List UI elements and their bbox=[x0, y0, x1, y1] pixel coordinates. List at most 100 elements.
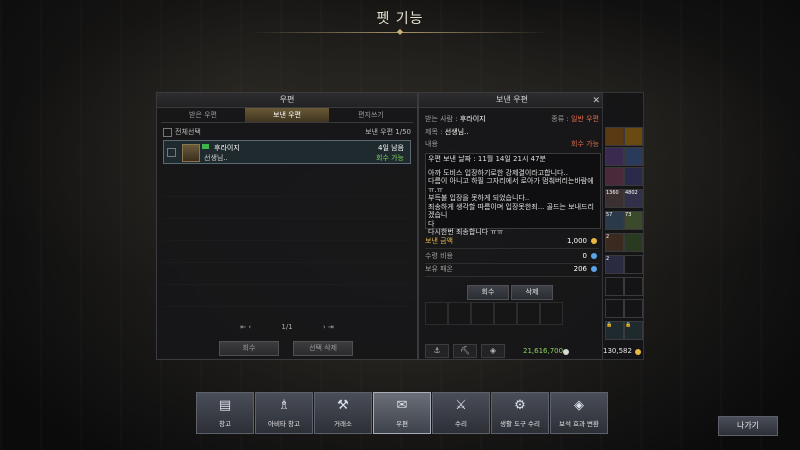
close-icon[interactable]: ✕ bbox=[592, 94, 600, 108]
mail-tabs: 받은 우편 보낸 우편 편지쓰기 bbox=[161, 108, 413, 123]
inventory-slot[interactable] bbox=[624, 299, 643, 318]
mail-icon: ✉ bbox=[396, 398, 408, 413]
gold-coin-icon bbox=[635, 349, 641, 355]
recipient-value: 후라이지 bbox=[459, 115, 486, 123]
gem-effect-button[interactable]: ◈ 보석 효과 변환 bbox=[550, 392, 608, 434]
exchange-label: 거래소 bbox=[334, 420, 352, 428]
envelope-icon bbox=[202, 144, 209, 149]
recall-button[interactable]: 회수 bbox=[467, 285, 509, 300]
mail-body-line: 아까 도비스 입장하기로한 강제결이라고합니다.. bbox=[428, 168, 568, 177]
inventory-slot[interactable] bbox=[624, 255, 643, 274]
lock-icon[interactable]: 🔒 bbox=[624, 321, 643, 340]
mail-item-checkbox[interactable] bbox=[167, 148, 176, 157]
detail-title: 보낸 우편 ✕ bbox=[419, 93, 605, 108]
inventory-panel: 1360 4802 57 73 2 2 🔒 🔒 130,582 bbox=[602, 92, 644, 360]
inventory-slot[interactable] bbox=[605, 127, 624, 146]
attachment-slots bbox=[425, 302, 563, 325]
silver-coin-icon bbox=[563, 349, 569, 355]
mail-list-empty-area bbox=[163, 177, 411, 307]
subject-label: 제목 : bbox=[425, 128, 443, 136]
stack-count: 4802 bbox=[625, 190, 638, 196]
inventory-slot[interactable] bbox=[624, 233, 643, 252]
attachment-slot[interactable] bbox=[425, 302, 448, 325]
gem-effect-label: 보석 효과 변환 bbox=[558, 420, 599, 428]
gem-toggle-icon[interactable]: ◈ bbox=[481, 344, 505, 358]
blue-crystal-icon bbox=[591, 266, 597, 272]
mail-body: 우편 보낸 날짜 : 11월 14일 21시 47분 아까 도비스 입장하기로한… bbox=[425, 153, 601, 236]
mail-sender: 후라이지 bbox=[214, 144, 240, 152]
inventory-slot[interactable]: 57 bbox=[605, 211, 624, 230]
mail-body-line: 죄송하게 생각할 따름이며 입장못한죄... 골드는 보내드리겠습니 bbox=[428, 202, 594, 220]
storage-button[interactable]: ▤ 창고 bbox=[196, 392, 254, 434]
stack-count: 1360 bbox=[606, 190, 619, 196]
life-tool-repair-button[interactable]: ⚙ 생활 도구 수리 bbox=[491, 392, 549, 434]
send-money-value: 1,000 bbox=[566, 237, 587, 245]
inventory-slot[interactable] bbox=[624, 277, 643, 296]
tab-sent[interactable]: 보낸 우편 bbox=[245, 108, 329, 122]
mail-body-line: 부득불 입장을 못하게 되었습니다.. bbox=[428, 194, 530, 202]
attachment-slot[interactable] bbox=[517, 302, 540, 325]
anvil-icon: ⚔ bbox=[455, 398, 467, 413]
tab-write[interactable]: 편지쓰기 bbox=[329, 108, 413, 122]
attachment-slot[interactable] bbox=[448, 302, 471, 325]
own-value: 206 bbox=[573, 265, 587, 273]
type-value: 일반 우편 bbox=[571, 115, 599, 123]
mail-days-left: 4일 남음 bbox=[378, 144, 404, 152]
sort-icon[interactable]: ⚓ bbox=[425, 344, 449, 358]
attachment-slot[interactable] bbox=[471, 302, 494, 325]
title-ornament-icon: ◆ bbox=[396, 27, 404, 36]
stack-count: 2 bbox=[606, 256, 610, 262]
storage-label: 창고 bbox=[219, 420, 231, 428]
exchange-button[interactable]: ⚒ 거래소 bbox=[314, 392, 372, 434]
lock-icon[interactable]: 🔒 bbox=[605, 321, 624, 340]
fee-row: 수령 비용 0 bbox=[425, 250, 599, 264]
recall-button-disabled[interactable]: 회수 bbox=[219, 341, 279, 356]
inventory-slot[interactable] bbox=[624, 127, 643, 146]
avatar-storage-label: 아비타 창고 bbox=[268, 420, 300, 428]
inventory-slot[interactable]: 73 bbox=[624, 211, 643, 230]
repair-label: 수리 bbox=[455, 420, 467, 428]
pager-page: 1/1 bbox=[281, 323, 293, 331]
inventory-slot[interactable] bbox=[605, 277, 624, 296]
select-all[interactable]: 전체선택 bbox=[163, 125, 201, 139]
type-label: 종류 : bbox=[551, 115, 569, 123]
select-all-checkbox[interactable] bbox=[163, 127, 172, 137]
inventory-slot[interactable]: 2 bbox=[605, 255, 624, 274]
repair-button[interactable]: ⚔ 수리 bbox=[432, 392, 490, 434]
list-item[interactable]: 후라이지 선생님.. 4일 남음 회수 가능 bbox=[163, 140, 411, 164]
pickaxe-icon[interactable]: ⛏ bbox=[453, 344, 477, 358]
pager-prev[interactable]: ⇤ ‹ bbox=[240, 323, 251, 331]
exit-button[interactable]: 나가기 bbox=[718, 416, 778, 436]
tab-received[interactable]: 받은 우편 bbox=[161, 108, 245, 122]
inventory-slot[interactable]: 1360 bbox=[605, 189, 624, 208]
inventory-slot[interactable] bbox=[605, 147, 624, 166]
inventory-slot[interactable]: 2 bbox=[605, 233, 624, 252]
inventory-slot[interactable] bbox=[624, 167, 643, 186]
send-money-row: 보낸 금액 1,000 bbox=[425, 235, 599, 249]
gold-amount: 130,582 bbox=[603, 347, 632, 355]
attachment-slot[interactable] bbox=[494, 302, 517, 325]
avatar-storage-button[interactable]: ♗ 아비타 창고 bbox=[255, 392, 313, 434]
inventory-slot[interactable] bbox=[605, 299, 624, 318]
gavel-icon: ⚒ bbox=[337, 398, 349, 413]
inventory-slot[interactable] bbox=[605, 167, 624, 186]
attachment-slot[interactable] bbox=[540, 302, 563, 325]
delete-button[interactable]: 삭제 bbox=[511, 285, 553, 300]
recipient-row: 받는 사람 : 후라이지 종류 : 일반 우편 bbox=[425, 114, 599, 124]
life-tool-repair-label: 생활 도구 수리 bbox=[499, 420, 540, 428]
content-row: 내용 회수 가능 bbox=[425, 139, 599, 149]
own-label: 보유 패온 bbox=[425, 265, 453, 273]
delete-selected-button[interactable]: 선택 삭제 bbox=[293, 341, 353, 356]
pager-next[interactable]: › ⇥ bbox=[323, 323, 334, 331]
page-title: 펫 기능 bbox=[376, 11, 424, 27]
fee-label: 수령 비용 bbox=[425, 252, 453, 260]
mail-recall-status: 회수 가능 bbox=[376, 154, 404, 162]
own-row: 보유 패온 206 bbox=[425, 263, 599, 277]
mail-button[interactable]: ✉ 우편 bbox=[373, 392, 431, 434]
select-row: 전체선택 보낸 우편 1/50 bbox=[163, 125, 411, 139]
inventory-slot[interactable]: 4802 bbox=[624, 189, 643, 208]
inventory-slot[interactable] bbox=[624, 147, 643, 166]
mail-count: 보낸 우편 1/50 bbox=[365, 128, 411, 136]
avatar-icon: ♗ bbox=[278, 398, 290, 413]
select-all-label: 전체선택 bbox=[175, 128, 201, 136]
